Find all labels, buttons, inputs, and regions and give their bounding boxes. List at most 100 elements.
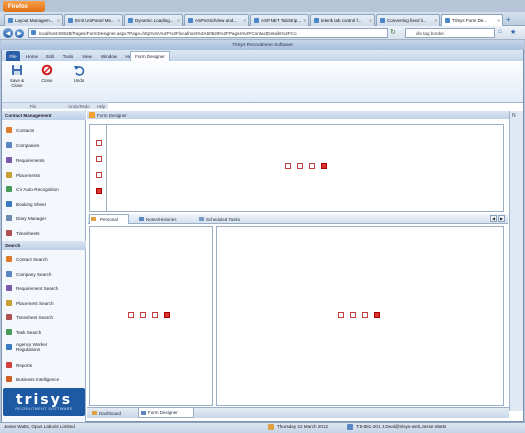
menu-form-designer[interactable]: Form Designer: [130, 51, 170, 61]
tab-label: Dynamic Loading...: [135, 18, 174, 23]
undo-button[interactable]: Undo: [68, 64, 90, 94]
home-icon[interactable]: ⌂: [498, 28, 502, 35]
split-horizontal-icon[interactable]: [362, 312, 368, 318]
url-bar[interactable]: localhost:60628/Pages/FormDesigner.aspx?…: [28, 28, 388, 38]
forward-arrow-icon[interactable]: ▶: [15, 28, 24, 38]
save-close-button[interactable]: Save & Close: [6, 64, 28, 94]
minimise-icon[interactable]: [128, 312, 134, 318]
right-content-panel[interactable]: [216, 226, 504, 406]
new-tab-button[interactable]: +: [506, 15, 511, 24]
sidebar-item-companies[interactable]: Companies: [6, 140, 84, 150]
firefox-menu-button[interactable]: Firefox: [3, 1, 45, 12]
delete-icon[interactable]: [164, 312, 170, 318]
sidebar-item-booking-sheet[interactable]: Booking Sheet: [6, 199, 84, 209]
logo-text: trisys: [15, 392, 73, 408]
sidebar-item-contact-search[interactable]: Contact Search: [6, 254, 84, 264]
timesheets-icon: [6, 230, 12, 236]
sidebar-item-task-search[interactable]: Task Search: [6, 327, 84, 337]
bookmark-icon[interactable]: ★: [510, 28, 516, 36]
close-icon[interactable]: ×: [117, 18, 122, 23]
close-icon[interactable]: ×: [57, 18, 62, 23]
close-icon[interactable]: ×: [369, 18, 374, 23]
sidebar-item-label: Companies: [16, 142, 40, 148]
scroll-left-button[interactable]: ◀: [490, 215, 497, 222]
sidebar-item-label: Business Intelligence: [16, 376, 60, 382]
sidebar-item-timesheet-search[interactable]: Timesheet Search: [6, 312, 84, 322]
tab-scheduled-tasks[interactable]: Scheduled Tasks: [196, 214, 251, 224]
sidebar-item-contacts[interactable]: Contacts: [6, 125, 84, 135]
browser-tab[interactable]: telerik tab control f... ×: [310, 14, 375, 26]
sidebar-item-requirements[interactable]: Requirements: [6, 155, 84, 165]
delete-icon[interactable]: [321, 163, 327, 169]
delete-icon[interactable]: [374, 312, 380, 318]
sidebar-item-business-intelligence[interactable]: Business Intelligence: [6, 374, 84, 384]
close-icon[interactable]: ×: [303, 18, 308, 23]
close-icon[interactable]: ×: [497, 18, 502, 23]
panel-divider: [106, 124, 107, 212]
menu-home[interactable]: Home: [24, 51, 40, 61]
delete-icon[interactable]: [96, 188, 102, 194]
scroll-right-button[interactable]: ▶: [498, 215, 505, 222]
split-vertical-icon[interactable]: [350, 312, 356, 318]
split-vertical-icon[interactable]: [140, 312, 146, 318]
close-icon[interactable]: ×: [243, 18, 248, 23]
sidebar-item-placements[interactable]: Placements: [6, 170, 84, 180]
form-designer-icon: [89, 112, 95, 118]
sidebar-item-company-search[interactable]: Company Search: [6, 269, 84, 279]
split-horizontal-icon[interactable]: [152, 312, 158, 318]
close-icon[interactable]: ×: [177, 18, 182, 23]
split-vertical-icon[interactable]: [297, 163, 303, 169]
split-vertical-icon[interactable]: [96, 156, 102, 162]
sidebar-item-label: Placements: [16, 172, 41, 178]
minimise-icon[interactable]: [338, 312, 344, 318]
search-input[interactable]: div tag border: [405, 28, 495, 38]
browser-tab[interactable]: Emit UniPanel Me... ×: [64, 14, 123, 26]
sidebar-item-requirement-search[interactable]: Requirement Search: [6, 283, 84, 293]
sidebar-item-timesheets[interactable]: Timesheets: [6, 228, 84, 238]
page-icon: [380, 18, 385, 23]
sidebar-item-label: Timesheets: [16, 230, 40, 236]
left-content-panel[interactable]: [89, 226, 213, 406]
sidebar-item-cv-auto-recognition[interactable]: CV Auto-Recognition: [6, 184, 84, 194]
tab-label: Dashboard: [99, 410, 122, 416]
placement-search-icon: [6, 300, 12, 306]
placements-icon: [6, 172, 12, 178]
browser-tab[interactable]: Dynamic Loading... ×: [124, 14, 183, 26]
minimise-icon[interactable]: [96, 140, 102, 146]
menu-edit[interactable]: Edit: [43, 51, 57, 61]
panel-pin-icon[interactable]: N: [512, 113, 516, 119]
sidebar-item-agency-worker-regulations[interactable]: Agency Worker Regulations: [6, 340, 66, 354]
undo-icon: [74, 66, 85, 76]
browser-tab[interactable]: ASP.NET TabStrip... ×: [250, 14, 309, 26]
menu-window[interactable]: Window: [98, 51, 120, 61]
menu-file[interactable]: File: [6, 51, 20, 61]
minimise-icon[interactable]: [285, 163, 291, 169]
sidebar-item-label: Task Search: [16, 329, 42, 335]
close-button[interactable]: Close: [36, 64, 58, 94]
tab-form-designer[interactable]: Form Designer: [138, 408, 194, 418]
browser-tab[interactable]: Converting fixed li... ×: [376, 14, 440, 26]
refresh-icon[interactable]: ↻: [390, 28, 396, 36]
split-horizontal-icon[interactable]: [309, 163, 315, 169]
menu-view[interactable]: View: [79, 51, 95, 61]
split-horizontal-icon[interactable]: [96, 172, 102, 178]
browser-tab[interactable]: ASPxGridView and... ×: [184, 14, 249, 26]
personal-tab-icon: [91, 217, 96, 221]
form-designer-title: Form Designer: [97, 112, 127, 118]
sidebar-heading-search[interactable]: Search: [2, 241, 86, 250]
back-arrow-icon[interactable]: ◀: [3, 28, 13, 38]
tab-label: TriSys Form De...: [452, 18, 488, 23]
close-icon[interactable]: ×: [434, 18, 439, 23]
browser-tab[interactable]: Layout Managem... ×: [4, 14, 63, 26]
browser-tab-active[interactable]: TriSys Form De... ×: [441, 14, 503, 26]
app-title: TriSys Recruitment Software: [1, 40, 524, 50]
sidebar-item-label: Contacts: [16, 127, 35, 133]
sidebar-item-diary-manager[interactable]: Diary Manager: [6, 213, 84, 223]
sidebar-item-placement-search[interactable]: Placement Search: [6, 298, 84, 308]
sidebar-heading-contact-management[interactable]: Contact Management: [2, 111, 86, 120]
sidebar-item-label: Agency Worker Regulations: [16, 341, 48, 353]
sidebar-item-reports[interactable]: Reports: [6, 360, 84, 370]
menu-tools[interactable]: Tools: [60, 51, 76, 61]
contacts-icon: [6, 127, 12, 133]
contact-search-icon: [6, 256, 12, 262]
